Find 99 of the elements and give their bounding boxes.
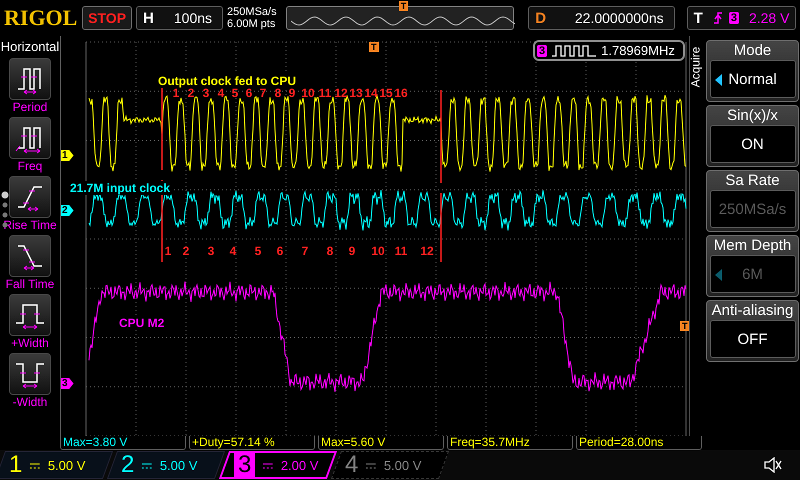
cycle-number: 4 <box>218 87 224 100</box>
channel-scale: 5.00 V <box>48 458 86 472</box>
run-stop-button[interactable]: STOP <box>82 6 132 30</box>
cycle-number: 4 <box>230 245 236 258</box>
measure-button[interactable]: Freq <box>9 117 51 173</box>
option-value: Normal <box>710 60 796 98</box>
cycle-number: 12 <box>420 245 434 258</box>
channel-scale: 2.00 V <box>281 458 319 472</box>
channel-number: 4 <box>345 451 358 479</box>
marker-line <box>440 193 442 262</box>
measure-button[interactable]: Period <box>9 58 51 114</box>
channel-tab[interactable]: 1 5.00 V <box>0 451 114 479</box>
channel-tab[interactable]: 4 5.00 V <box>330 451 450 479</box>
cycle-number: 7 <box>260 87 266 100</box>
measure-button[interactable]: -Width <box>9 353 51 409</box>
menu-option[interactable]: Sin(x)/x ON <box>706 105 799 167</box>
option-label: Anti-aliasing <box>712 301 794 320</box>
option-value: OFF <box>710 320 796 358</box>
channel-number: 3 <box>234 451 256 479</box>
option-value: 250MSa/s <box>710 190 796 228</box>
pulse-train-icon <box>552 44 596 56</box>
negative-width-icon <box>9 353 51 395</box>
frequency-icon <box>9 117 51 159</box>
channel-marker[interactable]: 3 <box>61 378 74 389</box>
cycle-number: 2 <box>188 87 194 100</box>
trigger-source-badge: 3 <box>728 12 739 24</box>
brand-logo: RIGOL <box>4 5 78 31</box>
trigger-level-marker[interactable]: T <box>680 321 689 331</box>
channel-scale: 5.00 V <box>384 458 422 472</box>
cycle-number: 15 <box>379 87 393 100</box>
delay-display[interactable]: D 22.0000000ns <box>528 6 675 30</box>
annotation-label: Output clock fed to CPU <box>157 74 297 88</box>
menu-title: Acquire <box>688 46 702 88</box>
option-label: Mode <box>734 41 772 60</box>
delay-label: D <box>534 10 548 26</box>
dc-coupling-icon <box>263 462 274 468</box>
channel-marker[interactable]: 1 <box>61 150 74 161</box>
channel-number: 1 <box>9 451 22 479</box>
timebase-label: H <box>142 10 155 26</box>
sidebar-title: Horizontal <box>0 39 60 54</box>
cycle-number: 6 <box>276 245 284 258</box>
trigger-position-marker: T <box>398 1 408 11</box>
cycle-number: 8 <box>274 87 282 100</box>
cycle-number: 13 <box>349 87 363 100</box>
channel-tab[interactable]: 3 2.00 V <box>218 451 338 479</box>
menu-option[interactable]: Anti-aliasing OFF <box>706 300 799 362</box>
measure-button[interactable]: +Width <box>9 294 51 350</box>
cycle-number: 5 <box>254 245 262 258</box>
measure-button[interactable]: Fall Time <box>6 235 54 291</box>
channel-marker[interactable]: 2 <box>61 205 74 216</box>
positive-width-icon <box>9 294 51 336</box>
cycle-number: 7 <box>302 245 308 258</box>
memory-points: 6.00M pts <box>227 18 276 30</box>
option-label: Mem Depth <box>714 236 792 255</box>
cycle-number: 10 <box>371 245 385 258</box>
speaker-muted-icon <box>764 457 782 473</box>
cycle-number: 6 <box>246 87 252 100</box>
period-icon <box>9 58 51 100</box>
cycle-number: 16 <box>394 87 408 100</box>
dc-coupling-icon <box>366 462 376 468</box>
cycle-number: 3 <box>202 87 210 100</box>
rising-edge-icon <box>712 11 723 25</box>
cycle-number: 11 <box>394 245 408 258</box>
option-value: 6M <box>710 255 796 293</box>
cycle-number: 2 <box>182 245 190 258</box>
fall-time-icon <box>9 235 51 277</box>
cycle-number: 5 <box>232 87 238 100</box>
option-label: Sin(x)/x <box>727 106 778 125</box>
cycle-number: 14 <box>364 87 378 100</box>
cycle-number: 8 <box>326 245 334 258</box>
sample-rate: 250MSa/s <box>227 6 278 18</box>
dc-coupling-icon <box>30 462 40 468</box>
cycle-number: 10 <box>301 87 315 100</box>
rise-time-icon <box>9 176 51 218</box>
cycle-number: 12 <box>334 87 348 100</box>
trigger-level: 2.28 V <box>748 10 790 26</box>
option-value: ON <box>710 125 796 163</box>
timebase-value: 100ns <box>172 10 214 26</box>
channel-number: 2 <box>121 451 134 479</box>
cycle-number: 11 <box>318 87 332 100</box>
annotation-label: CPU M2 <box>118 316 166 330</box>
cycle-number: 9 <box>348 245 356 258</box>
option-label: Sa Rate <box>725 171 780 190</box>
counter-value: 1.78969MHz <box>601 43 675 58</box>
dc-coupling-icon <box>142 462 152 468</box>
channel-scale: 5.00 V <box>160 458 198 472</box>
menu-option[interactable]: Mode Normal <box>706 40 799 102</box>
counter-source-badge: 3 <box>537 44 548 56</box>
channel-tab[interactable]: 2 5.00 V <box>106 451 226 479</box>
trigger-label: T <box>692 10 704 26</box>
cycle-number: 1 <box>164 245 172 258</box>
cycle-number: 1 <box>172 87 180 100</box>
trigger-time-marker[interactable]: T <box>369 42 378 52</box>
trigger-display[interactable]: T 3 2.28 V <box>686 6 796 30</box>
annotation-label: 21.7M input clock <box>69 181 172 195</box>
cycle-number: 9 <box>288 87 296 100</box>
cycle-number: 3 <box>208 245 214 258</box>
timebase-display[interactable]: H 100ns <box>136 6 224 30</box>
delay-value: 22.0000000ns <box>574 10 665 26</box>
